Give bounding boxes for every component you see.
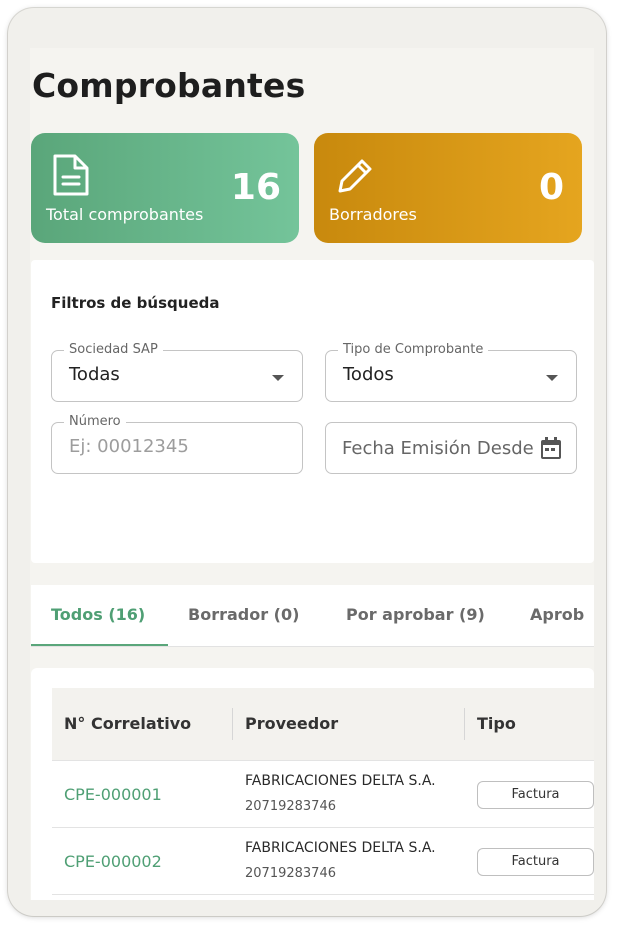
sociedad-sap-value: Todas [69, 364, 120, 385]
filters-panel: Filtros de búsqueda Sociedad SAP Todas T… [31, 260, 594, 563]
correlativo-link[interactable]: CPE-000001 [64, 785, 162, 804]
correlativo-link[interactable]: CPE-000002 [64, 852, 162, 871]
chevron-down-icon [272, 375, 284, 381]
fecha-emision-desde-label: Fecha Emisión Desde [342, 438, 534, 459]
active-tab-indicator [31, 644, 168, 646]
proveedor-ruc: 20719283746 [245, 866, 336, 881]
tipo-comprobante-value: Todos [343, 364, 394, 385]
table-header: N° Correlativo Proveedor Tipo [52, 688, 594, 761]
device-frame: Comprobantes Total comprobantes 16 Borra… [8, 8, 606, 916]
tipo-comprobante-label: Tipo de Comprobante [338, 342, 489, 357]
tab-aprobados[interactable]: Aprob [530, 605, 584, 624]
tab-borrador[interactable]: Borrador (0) [188, 605, 299, 624]
filters-title: Filtros de búsqueda [51, 294, 220, 312]
proveedor-name: FABRICACIONES DELTA S.A. [245, 840, 436, 856]
numero-field[interactable]: Número Ej: 00012345 [51, 414, 303, 474]
proveedor-ruc: 20719283746 [245, 799, 336, 814]
chevron-down-icon [546, 375, 558, 381]
total-comprobantes-card[interactable]: Total comprobantes 16 [31, 133, 299, 243]
total-comprobantes-value: 16 [230, 167, 281, 208]
borradores-card[interactable]: Borradores 0 [314, 133, 582, 243]
column-header-tipo[interactable]: Tipo [477, 714, 516, 733]
sociedad-sap-select[interactable]: Sociedad SAP Todas [51, 342, 303, 402]
pencil-icon [338, 159, 372, 193]
tab-por-aprobar[interactable]: Por aprobar (9) [346, 605, 485, 624]
table-row[interactable]: CPE-000002 FABRICACIONES DELTA S.A. 2071… [52, 828, 594, 895]
numero-placeholder: Ej: 00012345 [69, 436, 189, 457]
page-title: Comprobantes [32, 66, 306, 105]
sociedad-sap-label: Sociedad SAP [64, 342, 163, 357]
tab-todos[interactable]: Todos (16) [51, 605, 145, 624]
column-divider [232, 708, 233, 740]
borradores-label: Borradores [329, 205, 417, 224]
calendar-icon[interactable] [540, 436, 562, 460]
status-tabs: Todos (16) Borrador (0) Por aprobar (9) … [31, 585, 594, 647]
total-comprobantes-label: Total comprobantes [46, 205, 204, 224]
column-header-correlativo[interactable]: N° Correlativo [64, 714, 191, 733]
tipo-badge: Factura [477, 781, 594, 809]
document-icon [53, 154, 89, 196]
fecha-emision-desde-field[interactable]: Fecha Emisión Desde [325, 422, 577, 474]
numero-label: Número [64, 414, 126, 429]
tipo-comprobante-select[interactable]: Tipo de Comprobante Todos [325, 342, 577, 402]
app-screen: Comprobantes Total comprobantes 16 Borra… [30, 48, 594, 900]
table-row[interactable]: CPE-000001 FABRICACIONES DELTA S.A. 2071… [52, 761, 594, 828]
borradores-value: 0 [538, 167, 564, 208]
proveedor-name: FABRICACIONES DELTA S.A. [245, 773, 436, 789]
comprobantes-table: N° Correlativo Proveedor Tipo CPE-000001… [31, 668, 594, 900]
tipo-badge: Factura [477, 848, 594, 876]
column-header-proveedor[interactable]: Proveedor [245, 714, 338, 733]
column-divider [464, 708, 465, 740]
